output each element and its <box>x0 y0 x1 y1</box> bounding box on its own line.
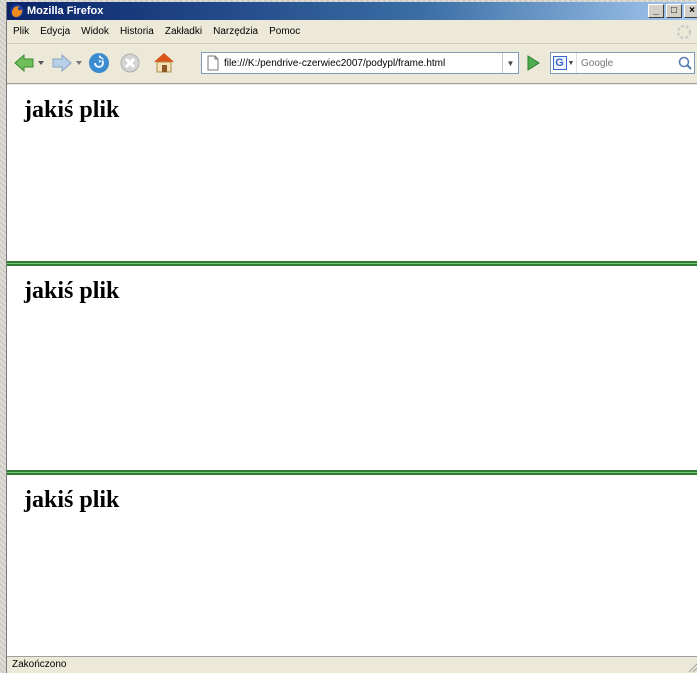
google-icon: G <box>552 56 567 70</box>
back-arrow-icon[interactable] <box>13 53 35 73</box>
close-button[interactable]: × <box>684 4 697 18</box>
throbber-icon <box>677 25 691 39</box>
stop-icon[interactable] <box>119 52 141 74</box>
frame-1-heading: jakiś plik <box>24 97 120 123</box>
menu-narzedzia[interactable]: Narzędzia <box>213 26 258 37</box>
search-engine-selector[interactable]: G ▼ <box>551 53 577 73</box>
url-text[interactable]: file:///K:/pendrive-czerwiec2007/podypl/… <box>224 58 502 69</box>
status-bar: Zakończono <box>7 656 697 673</box>
frame-2: jakiś plik <box>7 266 697 470</box>
back-dropdown-icon[interactable] <box>37 60 45 66</box>
menu-zakladki[interactable]: Zakładki <box>165 26 202 37</box>
go-button[interactable] <box>523 53 543 73</box>
page-icon <box>207 55 219 71</box>
minimize-button[interactable]: _ <box>648 4 664 18</box>
menu-historia[interactable]: Historia <box>120 26 154 37</box>
search-icon[interactable] <box>676 53 694 73</box>
search-input[interactable] <box>577 57 676 69</box>
status-text: Zakończono <box>12 659 67 670</box>
reload-icon[interactable] <box>87 51 111 75</box>
firefox-icon <box>10 4 24 18</box>
frame-3: jakiś plik <box>7 475 697 656</box>
navigation-toolbar: file:///K:/pendrive-czerwiec2007/podypl/… <box>7 44 697 84</box>
title-bar[interactable]: Mozilla Firefox _ □ × <box>7 2 697 20</box>
maximize-button[interactable]: □ <box>666 4 682 18</box>
menu-plik[interactable]: Plik <box>13 26 29 37</box>
search-box[interactable]: G ▼ <box>550 52 695 74</box>
menu-bar: Plik Edycja Widok Historia Zakładki Narz… <box>7 20 697 44</box>
menu-edycja[interactable]: Edycja <box>40 26 70 37</box>
browser-window: Mozilla Firefox _ □ × Plik Edycja Widok … <box>6 2 697 673</box>
home-icon[interactable] <box>151 50 177 74</box>
frame-2-heading: jakiś plik <box>24 278 120 304</box>
url-history-dropdown-icon[interactable]: ▼ <box>502 53 518 73</box>
window-title: Mozilla Firefox <box>27 5 104 17</box>
menu-widok[interactable]: Widok <box>81 26 109 37</box>
url-bar[interactable]: file:///K:/pendrive-czerwiec2007/podypl/… <box>201 52 519 74</box>
frame-3-heading: jakiś plik <box>24 487 120 513</box>
menu-pomoc[interactable]: Pomoc <box>269 26 300 37</box>
forward-arrow-icon[interactable] <box>51 53 73 73</box>
forward-dropdown-icon[interactable] <box>75 60 83 66</box>
frame-1: jakiś plik <box>7 85 697 261</box>
resize-grip-icon[interactable] <box>686 661 697 673</box>
page-content: jakiś plik jakiś plik jakiś plik <box>7 85 697 656</box>
window-controls: _ □ × <box>648 4 697 18</box>
